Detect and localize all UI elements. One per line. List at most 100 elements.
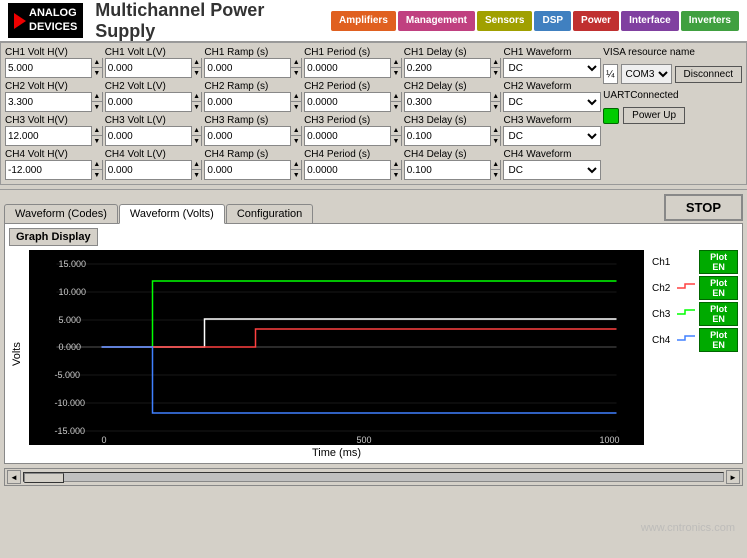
visa-port-select[interactable]: COM3COM1COM2COM4 [621, 64, 672, 84]
legend-ch2-plot-btn[interactable]: Plot EN [699, 276, 738, 300]
nav-tab-amplifiers[interactable]: Amplifiers [331, 11, 396, 31]
ch2-volt-h-down[interactable]: ▼ [91, 102, 102, 112]
ch2-delay-down[interactable]: ▼ [490, 102, 501, 112]
ch3-delay-group: CH3 Delay (s) ▲ ▼ [404, 115, 502, 146]
ch4-wave-select[interactable]: DC [503, 160, 601, 180]
ch1-ramp-up[interactable]: ▲ [290, 58, 301, 68]
ch2-delay-group: CH2 Delay (s) ▲ ▼ [404, 81, 502, 112]
ch4-ramp-input[interactable] [205, 165, 290, 176]
ch3-ramp-input[interactable] [205, 131, 290, 142]
disconnect-button[interactable]: Disconnect [675, 66, 742, 83]
ch2-period-down[interactable]: ▼ [390, 102, 401, 112]
scroll-left-btn[interactable]: ◄ [7, 470, 21, 484]
ch4-period-down[interactable]: ▼ [390, 170, 401, 180]
ch3-delay-input[interactable] [405, 131, 490, 142]
ch2-wave-group: CH2 Waveform DC [503, 81, 601, 112]
ch2-volt-l-input[interactable] [106, 97, 191, 108]
ch3-volt-l-up[interactable]: ▲ [191, 126, 202, 136]
ch4-delay-down[interactable]: ▼ [490, 170, 501, 180]
ch3-ramp-down[interactable]: ▼ [290, 136, 301, 146]
ch4-delay-up[interactable]: ▲ [490, 160, 501, 170]
ch4-ramp-spinners: ▲ ▼ [290, 160, 301, 180]
ch3-volt-h-input[interactable] [6, 131, 91, 142]
nav-tab-sensors[interactable]: Sensors [477, 11, 532, 31]
ch4-delay-group: CH4 Delay (s) ▲ ▼ [404, 149, 502, 180]
ch3-period-input[interactable] [305, 131, 390, 142]
ch4-period-up[interactable]: ▲ [390, 160, 401, 170]
nav-tab-inverters[interactable]: Inverters [681, 11, 739, 31]
ch4-period-input[interactable] [305, 165, 390, 176]
nav-tab-interface[interactable]: Interface [621, 11, 679, 31]
ch3-period-down[interactable]: ▼ [390, 136, 401, 146]
ch2-delay-input[interactable] [405, 97, 490, 108]
nav-tab-management[interactable]: Management [398, 11, 475, 31]
ch3-volt-l-down[interactable]: ▼ [191, 136, 202, 146]
ch4-volt-l-down[interactable]: ▼ [191, 170, 202, 180]
ch2-period-up[interactable]: ▲ [390, 92, 401, 102]
tab-waveform-volts[interactable]: Waveform (Volts) [119, 204, 225, 224]
ch2-volt-l-up[interactable]: ▲ [191, 92, 202, 102]
nav-tab-dsp[interactable]: DSP [534, 11, 571, 31]
ch2-period-input[interactable] [305, 97, 390, 108]
legend-ch4-plot-btn[interactable]: Plot EN [699, 328, 738, 352]
ch1-volt-h-spinners: ▲ ▼ [91, 58, 102, 78]
ch4-volt-h-down[interactable]: ▼ [91, 170, 102, 180]
ch1-volt-h-up[interactable]: ▲ [91, 58, 102, 68]
ch1-delay-up[interactable]: ▲ [490, 58, 501, 68]
ch2-delay-up[interactable]: ▲ [490, 92, 501, 102]
ch1-delay-input[interactable] [405, 63, 490, 74]
tab-waveform-codes[interactable]: Waveform (Codes) [4, 204, 118, 223]
ch2-volt-h-up[interactable]: ▲ [91, 92, 102, 102]
ch4-volt-l-up[interactable]: ▲ [191, 160, 202, 170]
ch4-volt-l-input[interactable] [106, 165, 191, 176]
ch3-ramp-up[interactable]: ▲ [290, 126, 301, 136]
ch1-ramp-input[interactable] [205, 63, 290, 74]
ch3-volt-l-input[interactable] [106, 131, 191, 142]
logo: ANALOG DEVICES [8, 3, 83, 37]
ch2-ramp-up[interactable]: ▲ [290, 92, 301, 102]
ch1-volt-h-input[interactable] [6, 63, 91, 74]
scroll-thumb[interactable] [24, 473, 64, 483]
ch4-volt-h-input[interactable] [6, 165, 91, 176]
ch1-volt-l-input[interactable] [106, 63, 191, 74]
ch2-ramp-down[interactable]: ▼ [290, 102, 301, 112]
ch2-volt-h-input[interactable] [6, 97, 91, 108]
powerup-button[interactable]: Power Up [623, 107, 685, 124]
ch1-delay-down[interactable]: ▼ [490, 68, 501, 78]
ch4-volt-h-up[interactable]: ▲ [91, 160, 102, 170]
ch-volt-l-col: CH1 Volt L(V) ▲ ▼ CH2 Volt L(V) ▲ ▼ CH3 … [105, 47, 203, 180]
scroll-track[interactable] [23, 472, 724, 482]
ch2-wave-select[interactable]: DC [503, 92, 601, 112]
ch1-volt-h-down[interactable]: ▼ [91, 68, 102, 78]
ch1-period-input[interactable] [305, 63, 390, 74]
svg-text:-10.000: -10.000 [55, 398, 86, 408]
nav-tab-power[interactable]: Power [573, 11, 619, 31]
ch1-period-down[interactable]: ▼ [390, 68, 401, 78]
stop-button[interactable]: STOP [664, 194, 743, 221]
ch2-ramp-input[interactable] [205, 97, 290, 108]
ch3-period-up[interactable]: ▲ [390, 126, 401, 136]
ch3-volt-h-up[interactable]: ▲ [91, 126, 102, 136]
ch1-ramp-down[interactable]: ▼ [290, 68, 301, 78]
ch4-delay-input[interactable] [405, 165, 490, 176]
ch4-delay-spinners: ▲ ▼ [490, 160, 501, 180]
ch1-wave-select[interactable]: DC [503, 58, 601, 78]
ch3-wave-select[interactable]: DC [503, 126, 601, 146]
ch3-period-label: CH3 Period (s) [304, 115, 402, 126]
ch2-volt-l-down[interactable]: ▼ [191, 102, 202, 112]
ch1-period-up[interactable]: ▲ [390, 58, 401, 68]
ch-waveform-col: CH1 Waveform DC CH2 Waveform DC CH3 Wave… [503, 47, 601, 180]
ch4-ramp-down[interactable]: ▼ [290, 170, 301, 180]
ch4-delay-input-row: ▲ ▼ [404, 160, 502, 180]
scroll-right-btn[interactable]: ► [726, 470, 740, 484]
ch1-volt-l-up[interactable]: ▲ [191, 58, 202, 68]
ch3-volt-h-down[interactable]: ▼ [91, 136, 102, 146]
legend-ch1-plot-btn[interactable]: Plot EN [699, 250, 738, 274]
ch3-delay-down[interactable]: ▼ [490, 136, 501, 146]
tab-configuration[interactable]: Configuration [226, 204, 313, 223]
scrollbar-area: ◄ ► [4, 468, 743, 486]
legend-ch3-plot-btn[interactable]: Plot EN [699, 302, 738, 326]
ch3-delay-up[interactable]: ▲ [490, 126, 501, 136]
ch4-ramp-up[interactable]: ▲ [290, 160, 301, 170]
ch1-volt-l-down[interactable]: ▼ [191, 68, 202, 78]
